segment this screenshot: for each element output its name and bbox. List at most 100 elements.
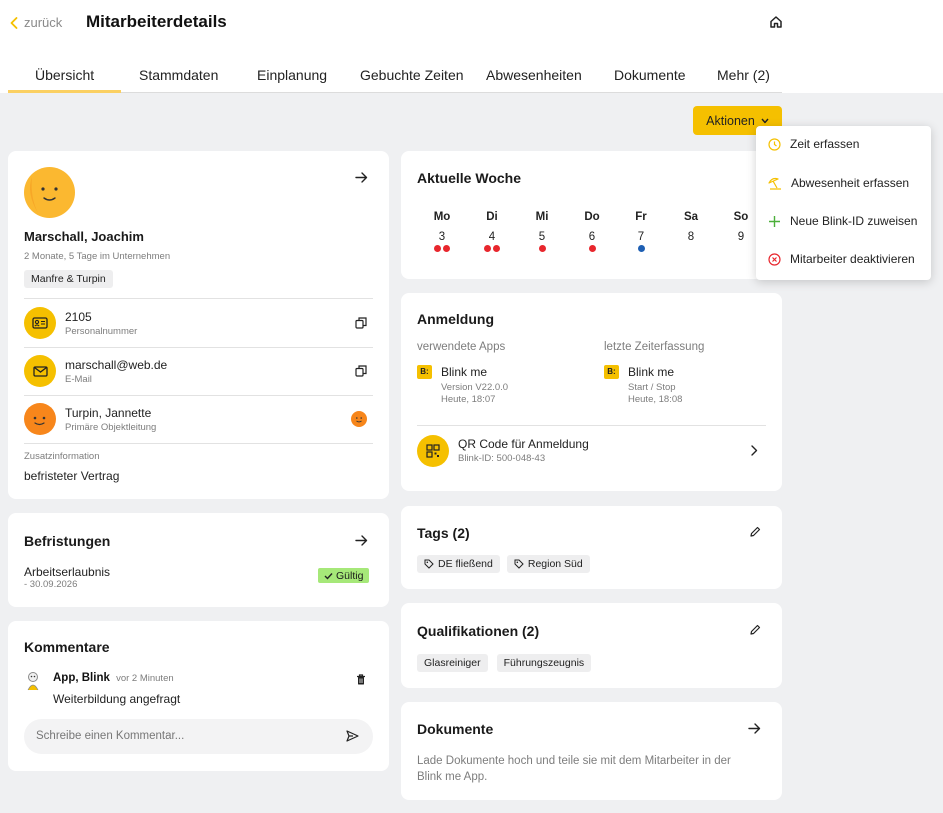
last-tracking-info: Blink me Start / Stop Heute, 18:08: [628, 365, 682, 405]
tab-abwesenheiten[interactable]: Abwesenheiten: [486, 67, 582, 83]
manager-row: Turpin, Jannette Primäre Objektleitung: [65, 406, 156, 433]
tag-chip: Region Süd: [506, 555, 590, 573]
day-date: 3: [438, 231, 446, 243]
limit-item: Arbeitserlaubnis: [24, 565, 111, 579]
tab-einplanung[interactable]: Einplanung: [257, 67, 327, 83]
comment-placeholder[interactable]: Schreibe einen Kommentar...: [36, 730, 184, 742]
tab-mehr[interactable]: Mehr (2): [717, 67, 770, 83]
blink-id: Blink-ID: 500-048-43: [458, 453, 546, 464]
menu-item-abwesenheit-erfassen[interactable]: Abwesenheit erfassen: [768, 176, 909, 190]
tag-list: DE fließend Region Süd: [417, 555, 590, 573]
day-name: Mi: [535, 211, 549, 223]
copy-icon[interactable]: [355, 365, 367, 377]
menu-item-label[interactable]: Zeit erfassen: [790, 137, 859, 151]
actions-button-label: Aktionen: [706, 113, 755, 128]
id-card-icon: [24, 307, 56, 339]
login-title: Anmeldung: [417, 311, 494, 327]
chevron-down-icon: [761, 118, 769, 124]
employee-name: Marschall, Joachim: [24, 229, 144, 244]
day-name: Sa: [683, 211, 699, 223]
trash-icon[interactable]: [356, 674, 366, 685]
tag-icon: [514, 559, 524, 569]
divider: [417, 425, 766, 426]
tab-uebersicht[interactable]: Übersicht: [35, 67, 94, 83]
comment-meta: App, Blink vor 2 Minuten: [53, 672, 174, 684]
manager-avatar: [24, 403, 56, 435]
day-name: So: [733, 211, 749, 223]
limits-title: Befristungen: [24, 533, 111, 549]
menu-item-label[interactable]: Abwesenheit erfassen: [791, 176, 909, 190]
qualification-label: Führungszeugnis: [503, 657, 585, 669]
company-tag: Manfre & Turpin: [24, 270, 113, 288]
activity-dot: [484, 245, 491, 252]
menu-item-mitarbeiter-deaktivieren[interactable]: Mitarbeiter deaktivieren: [768, 252, 915, 266]
pencil-icon[interactable]: [749, 624, 761, 636]
documents-arrow-icon[interactable]: [748, 723, 761, 734]
back-label[interactable]: zurück: [24, 15, 62, 30]
qualification-chip: Glasreiniger: [417, 654, 488, 672]
last-time: Heute, 18:08: [628, 394, 683, 405]
comment-author: App, Blink: [53, 672, 110, 684]
documents-title: Dokumente: [417, 721, 494, 737]
day-date: 8: [687, 231, 695, 243]
week-day: Mo 3: [422, 211, 462, 253]
documents-text: Lade Dokumente hoch und teile sie mit de…: [417, 755, 731, 783]
menu-item-label[interactable]: Mitarbeiter deaktivieren: [790, 252, 915, 266]
menu-item-zeit-erfassen[interactable]: Zeit erfassen: [768, 137, 859, 151]
tags-title: Tags (2): [417, 525, 470, 541]
personnel-number-row: 2105 Personalnummer: [65, 310, 137, 337]
company-tag-label: Manfre & Turpin: [31, 273, 106, 285]
week-day: So 9: [721, 211, 761, 253]
plus-icon: [768, 215, 781, 228]
qualification-list: Glasreiniger Führungszeugnis: [417, 654, 592, 672]
qualification-label: Glasreiniger: [424, 657, 481, 669]
chevron-right-icon[interactable]: [751, 445, 758, 456]
profile-arrow-icon[interactable]: [355, 172, 368, 183]
tab-bar: Übersicht Stammdaten Einplanung Gebuchte…: [0, 45, 943, 93]
day-dots: [721, 245, 761, 253]
page-title: Mitarbeiterdetails: [86, 12, 227, 31]
tag-label: Region Süd: [527, 558, 583, 570]
week-day: Sa 8: [671, 211, 711, 253]
copy-icon[interactable]: [355, 317, 367, 329]
qr-code-label[interactable]: QR Code für Anmeldung: [458, 437, 589, 451]
menu-item-label[interactable]: Neue Blink-ID zuweisen: [790, 214, 917, 228]
apps-label: verwendete Apps: [417, 341, 506, 353]
qualifications-card: Qualifikationen (2) Glasreiniger Führung…: [401, 603, 782, 688]
send-icon[interactable]: [346, 730, 359, 742]
comment-input[interactable]: Schreibe einen Kommentar...: [24, 719, 373, 754]
day-dots: [572, 245, 612, 253]
blink-me-logo-icon: B:: [604, 365, 619, 379]
activity-dot: [493, 245, 500, 252]
check-icon: [324, 572, 333, 580]
limits-arrow-icon[interactable]: [355, 535, 368, 546]
pencil-icon[interactable]: [749, 526, 761, 538]
home-icon[interactable]: [769, 15, 783, 29]
email-row: marschall@web.de E-Mail: [65, 358, 167, 385]
tags-card: Tags (2) DE fließend Region Süd: [401, 506, 782, 589]
personnel-number-label: Personalnummer: [65, 326, 138, 337]
tab-gebuchte-zeiten[interactable]: Gebuchte Zeiten: [360, 67, 464, 83]
tab-stammdaten[interactable]: Stammdaten: [139, 67, 218, 83]
week-card: Aktuelle Woche Mo 3 Di 4 Mi 5 Do 6 Fr 7 …: [401, 151, 782, 279]
clock-icon: [768, 137, 781, 151]
manager-label: Primäre Objektleitung: [65, 422, 157, 433]
qr-code-row[interactable]: QR Code für Anmeldung Blink-ID: 500-048-…: [458, 437, 589, 464]
profile-card: Marschall, Joachim 2 Monate, 5 Tage im U…: [8, 151, 389, 499]
tab-dokumente[interactable]: Dokumente: [614, 67, 686, 83]
email-value: marschall@web.de: [65, 358, 168, 372]
manager-small-avatar: [351, 411, 367, 427]
back-link[interactable]: zurück: [10, 15, 62, 30]
x-circle-icon: [768, 252, 781, 266]
bot-avatar-icon: [24, 671, 42, 691]
app-version: Version V22.0.0: [441, 382, 509, 393]
mail-icon: [24, 355, 56, 387]
last-action: Start / Stop: [628, 382, 676, 393]
blink-me-logo-icon: B:: [417, 365, 432, 379]
tabs: Übersicht Stammdaten Einplanung Gebuchte…: [8, 45, 782, 93]
tag-label: DE fließend: [438, 558, 493, 570]
beach-umbrella-icon: [768, 177, 782, 190]
menu-item-neue-blink-id[interactable]: Neue Blink-ID zuweisen: [768, 214, 917, 228]
activity-dot: [637, 245, 645, 252]
day-date: 5: [538, 231, 546, 243]
